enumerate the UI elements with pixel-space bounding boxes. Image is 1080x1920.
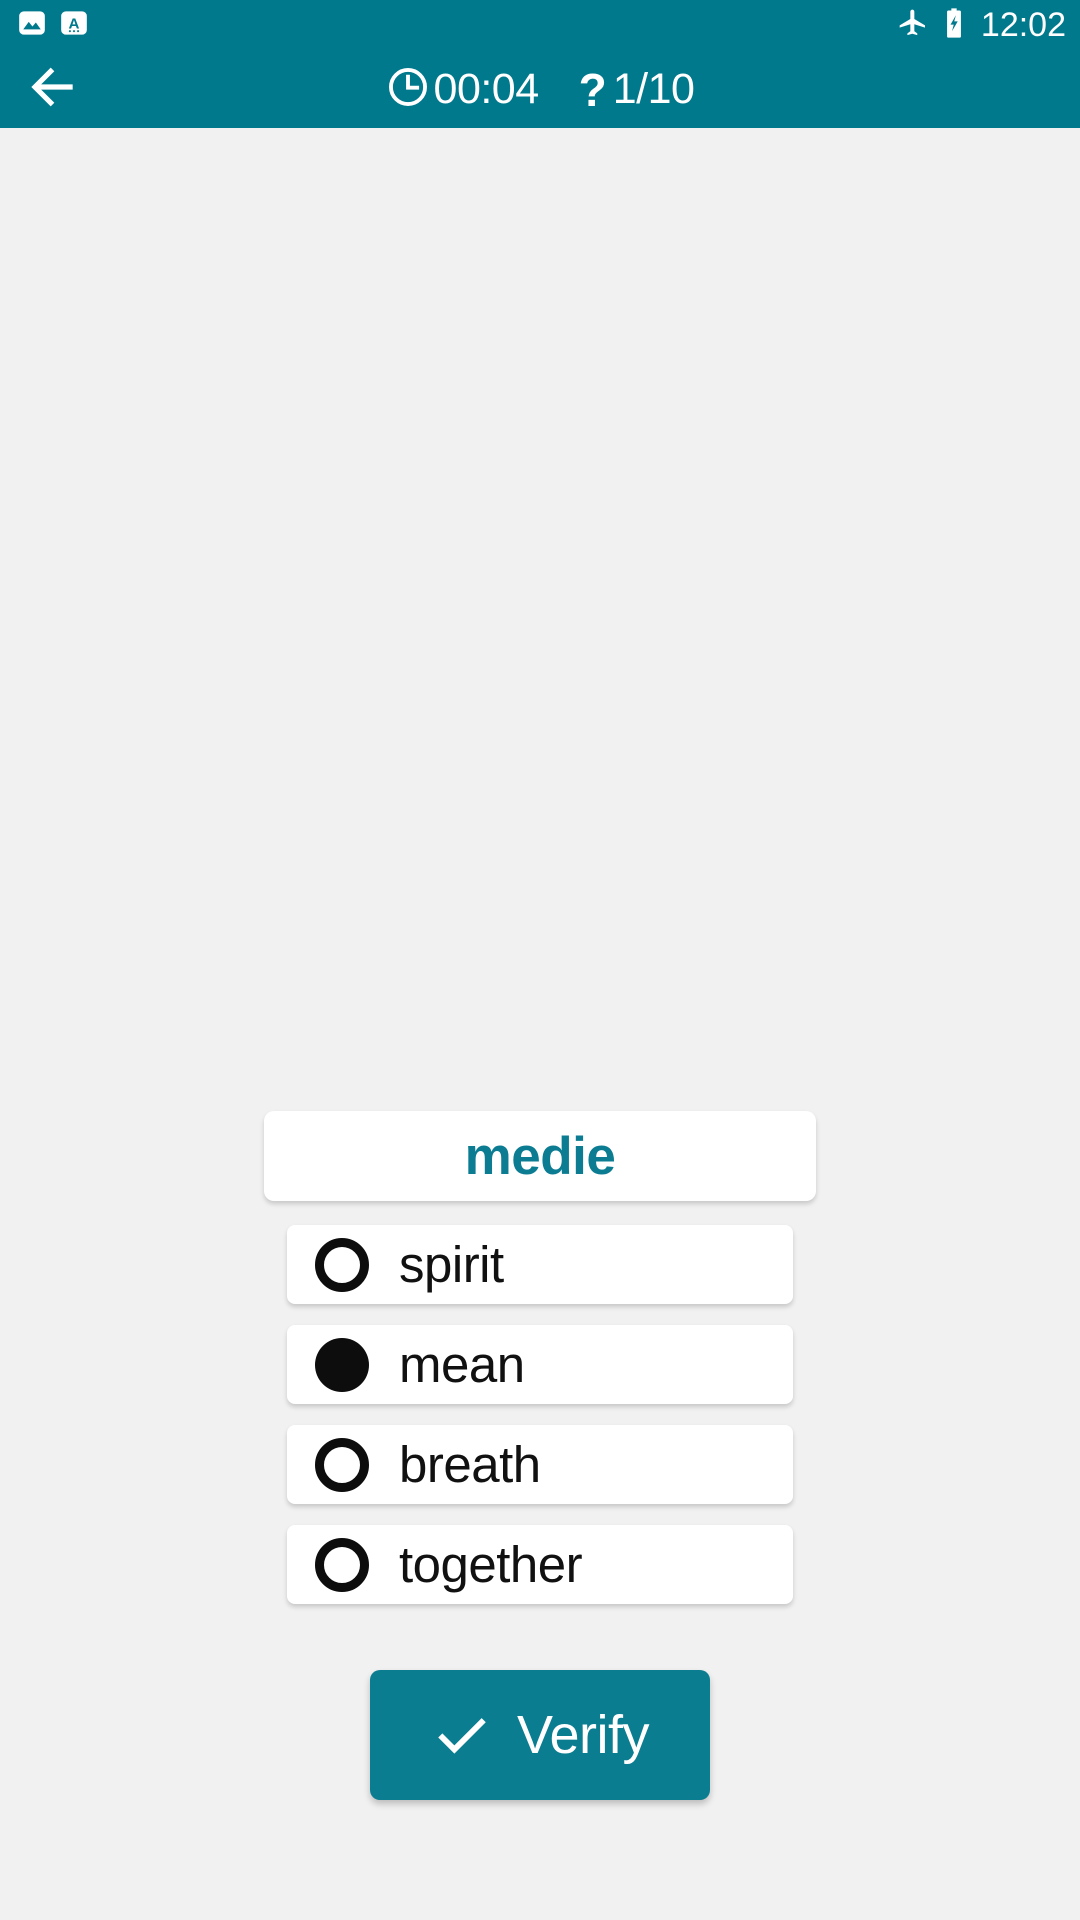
answer-options-list: spirit mean breath together bbox=[287, 1225, 793, 1604]
quiz-content: medie spirit mean breath together Verify bbox=[0, 128, 1080, 1920]
airplane-mode-icon bbox=[897, 7, 929, 44]
answer-option-breath[interactable]: breath bbox=[287, 1425, 793, 1504]
status-bar: A 12:02 bbox=[0, 0, 1080, 50]
prompt-word: medie bbox=[464, 1126, 616, 1186]
svg-text:A: A bbox=[69, 15, 80, 32]
verify-button[interactable]: Verify bbox=[370, 1670, 710, 1800]
status-bar-right-icons: 12:02 bbox=[897, 7, 1066, 44]
radio-button-together[interactable] bbox=[315, 1537, 369, 1592]
radio-button-mean[interactable] bbox=[315, 1337, 369, 1392]
app-bar: 00:04 ? 1/10 bbox=[0, 50, 1080, 128]
timer-group: 00:04 bbox=[386, 65, 539, 114]
answer-option-label: together bbox=[399, 1536, 583, 1593]
text-a-icon: A bbox=[60, 9, 88, 42]
radio-button-spirit[interactable] bbox=[315, 1237, 369, 1292]
back-arrow-icon bbox=[21, 56, 83, 123]
radio-button-breath[interactable] bbox=[315, 1437, 369, 1492]
status-bar-left-icons: A bbox=[18, 9, 88, 42]
answer-option-label: spirit bbox=[399, 1236, 504, 1293]
quiz-area: medie spirit mean breath together Verify bbox=[0, 1111, 1080, 1800]
status-bar-clock: 12:02 bbox=[980, 6, 1066, 44]
answer-option-label: mean bbox=[399, 1336, 525, 1393]
question-counter-group: ? 1/10 bbox=[578, 64, 695, 116]
back-button[interactable] bbox=[4, 50, 100, 128]
verify-button-label: Verify bbox=[516, 1705, 650, 1765]
check-icon bbox=[431, 1703, 493, 1768]
answer-option-label: breath bbox=[399, 1436, 541, 1493]
battery-charging-icon bbox=[941, 7, 967, 44]
app-bar-center-group: 00:04 ? 1/10 bbox=[0, 65, 1080, 114]
image-icon bbox=[18, 9, 46, 42]
verify-button-container: Verify bbox=[0, 1670, 1080, 1800]
clock-icon bbox=[386, 65, 430, 114]
answer-option-mean[interactable]: mean bbox=[287, 1325, 793, 1404]
word-prompt-card: medie bbox=[264, 1111, 816, 1201]
answer-option-spirit[interactable]: spirit bbox=[287, 1225, 793, 1304]
question-mark-icon: ? bbox=[578, 64, 607, 116]
question-counter-value: 1/10 bbox=[612, 64, 695, 113]
answer-option-together[interactable]: together bbox=[287, 1525, 793, 1604]
timer-value: 00:04 bbox=[433, 64, 540, 113]
